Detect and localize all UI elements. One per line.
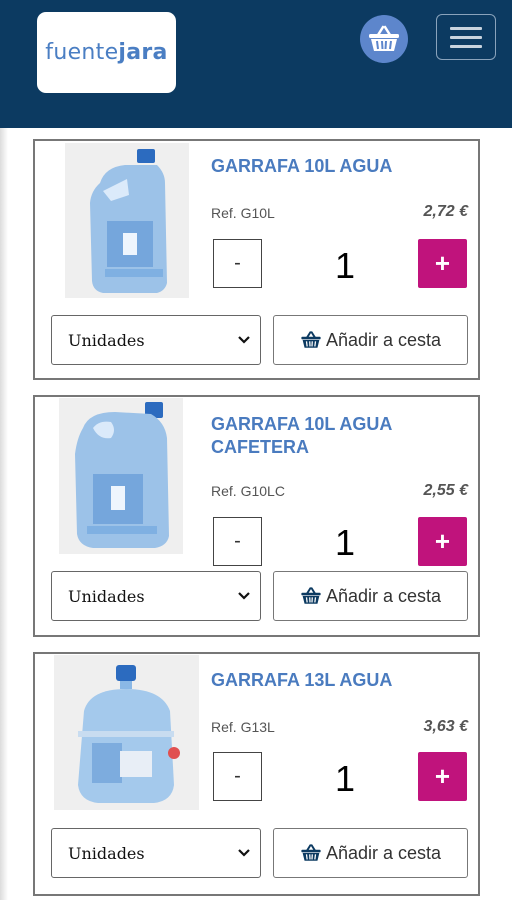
brand-logo[interactable]: fuentejara bbox=[37, 12, 176, 93]
quantity-value: 1 bbox=[334, 245, 356, 286]
product-card: GARRAFA 10L AGUA CAFETERA Ref. G10LC 2,5… bbox=[33, 395, 480, 637]
chevron-down-icon bbox=[238, 849, 250, 857]
unit-select[interactable]: Unidades bbox=[51, 571, 261, 621]
product-card: GARRAFA 10L AGUA Ref. G10L 2,72 € - 1 + … bbox=[33, 139, 480, 380]
product-image[interactable] bbox=[65, 143, 189, 298]
add-to-cart-label: Añadir a cesta bbox=[325, 585, 442, 606]
logo-text: fuentejara bbox=[45, 40, 168, 65]
product-image[interactable] bbox=[54, 655, 199, 810]
add-to-cart-button[interactable]: Añadir a cesta bbox=[273, 315, 468, 365]
unit-select[interactable]: Unidades bbox=[51, 315, 261, 365]
increase-quantity-button[interactable]: + bbox=[418, 517, 467, 566]
product-title[interactable]: GARRAFA 10L AGUA bbox=[211, 155, 471, 178]
unit-select-value: Unidades bbox=[68, 843, 145, 863]
site-header: fuentejara bbox=[0, 0, 512, 128]
unit-select-value: Unidades bbox=[68, 330, 145, 350]
product-title[interactable]: GARRAFA 13L AGUA bbox=[211, 669, 471, 692]
hamburger-menu-button[interactable] bbox=[436, 14, 496, 60]
page-edge-shadow bbox=[0, 128, 8, 900]
add-to-cart-label: Añadir a cesta bbox=[325, 329, 442, 350]
decrease-quantity-button[interactable]: - bbox=[213, 752, 262, 801]
product-ref: Ref. G10LC bbox=[211, 483, 285, 499]
add-to-cart-label: Añadir a cesta bbox=[325, 842, 442, 863]
basket-icon bbox=[301, 844, 321, 861]
basket-icon bbox=[369, 25, 399, 51]
unit-select[interactable]: Unidades bbox=[51, 828, 261, 878]
basket-icon bbox=[301, 331, 321, 348]
product-price: 3,63 € bbox=[423, 718, 468, 735]
product-ref: Ref. G10L bbox=[211, 205, 275, 221]
cart-button[interactable] bbox=[360, 15, 408, 63]
decrease-quantity-button[interactable]: - bbox=[213, 239, 262, 288]
chevron-down-icon bbox=[238, 592, 250, 600]
hamburger-icon bbox=[450, 26, 482, 30]
decrease-quantity-button[interactable]: - bbox=[213, 517, 262, 566]
product-card: GARRAFA 13L AGUA Ref. G13L 3,63 € - 1 + … bbox=[33, 652, 480, 896]
increase-quantity-button[interactable]: + bbox=[418, 752, 467, 801]
product-ref: Ref. G13L bbox=[211, 719, 275, 735]
chevron-down-icon bbox=[238, 336, 250, 344]
add-to-cart-button[interactable]: Añadir a cesta bbox=[273, 828, 468, 878]
product-price: 2,72 € bbox=[423, 203, 468, 220]
increase-quantity-button[interactable]: + bbox=[418, 239, 467, 288]
add-to-cart-button[interactable]: Añadir a cesta bbox=[273, 571, 468, 621]
product-title[interactable]: GARRAFA 10L AGUA CAFETERA bbox=[211, 413, 471, 459]
quantity-value: 1 bbox=[334, 758, 356, 799]
product-price: 2,55 € bbox=[423, 482, 468, 499]
product-image[interactable] bbox=[59, 398, 183, 554]
basket-icon bbox=[301, 587, 321, 604]
quantity-value: 1 bbox=[334, 522, 356, 563]
unit-select-value: Unidades bbox=[68, 586, 145, 606]
